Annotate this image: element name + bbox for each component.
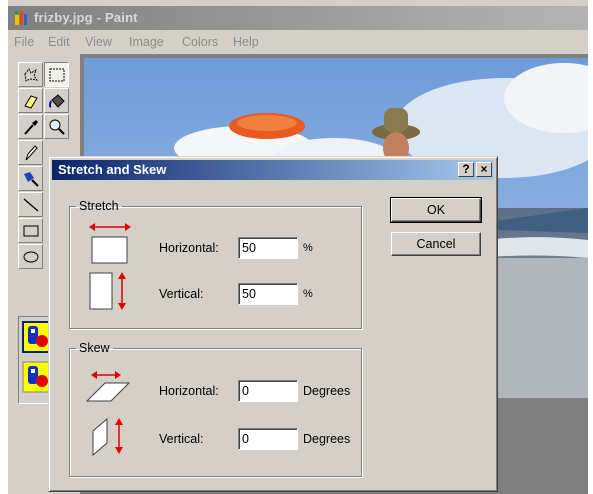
rectangle-icon xyxy=(23,225,39,237)
rect-select-icon xyxy=(49,68,65,82)
stretch-horizontal-label: Horizontal: xyxy=(159,241,219,255)
magnifier-icon xyxy=(49,119,65,135)
menu-bar: File Edit View Image Colors Help xyxy=(8,32,588,52)
stretch-skew-dialog: Stretch and Skew ? × Stretch Horizontal:… xyxy=(48,156,498,492)
stretch-legend: Stretch xyxy=(79,199,119,213)
stretch-vertical-label: Vertical: xyxy=(159,287,204,301)
magnifier-tool[interactable] xyxy=(44,114,69,139)
paint-app-icon xyxy=(15,11,27,25)
window-titlebar[interactable]: frizby.jpg - Paint xyxy=(8,6,588,30)
select-tool[interactable] xyxy=(44,62,69,87)
ellipse-icon xyxy=(23,251,39,263)
fill-tool[interactable] xyxy=(44,88,69,113)
pencil-icon xyxy=(25,145,38,161)
menu-file[interactable]: File xyxy=(14,35,34,49)
close-button[interactable]: × xyxy=(476,162,492,177)
menu-edit[interactable]: Edit xyxy=(48,35,70,49)
menu-image[interactable]: Image xyxy=(129,35,164,49)
line-tool[interactable] xyxy=(18,192,43,217)
stretch-vertical-unit: % xyxy=(303,288,313,300)
dialog-titlebar[interactable]: Stretch and Skew ? × xyxy=(52,160,494,180)
cancel-button[interactable]: Cancel xyxy=(391,232,481,256)
line-icon xyxy=(23,198,39,212)
menu-colors[interactable]: Colors xyxy=(182,35,218,49)
window-title: frizby.jpg - Paint xyxy=(34,10,138,25)
skew-horizontal-icon xyxy=(85,371,131,402)
free-form-select-tool[interactable] xyxy=(18,62,43,87)
dialog-title: Stretch and Skew xyxy=(58,162,167,177)
skew-vertical-icon xyxy=(92,417,123,457)
skew-horizontal-label: Horizontal: xyxy=(159,384,219,398)
rectangle-tool[interactable] xyxy=(18,218,43,243)
eraser-icon xyxy=(24,95,38,109)
skew-vertical-input[interactable] xyxy=(238,428,298,450)
paint-window: frizby.jpg - Paint File Edit View Image … xyxy=(8,0,588,494)
skew-vertical-unit: Degrees xyxy=(303,432,351,446)
brush-tool[interactable] xyxy=(18,166,43,191)
skew-horizontal-input[interactable] xyxy=(238,380,298,402)
stretch-horizontal-unit: % xyxy=(303,242,313,254)
skew-vertical-label: Vertical: xyxy=(159,432,204,446)
stretch-vertical-icon xyxy=(89,272,126,310)
skew-legend: Skew xyxy=(79,341,110,355)
brush-icon xyxy=(24,172,39,187)
eraser-tool[interactable] xyxy=(18,88,43,113)
pencil-tool[interactable] xyxy=(18,140,43,165)
menu-help[interactable]: Help xyxy=(233,35,259,49)
skew-horizontal-unit: Degrees xyxy=(303,384,351,398)
stretch-vertical-input[interactable] xyxy=(238,283,298,305)
pick-color-tool[interactable] xyxy=(18,114,43,139)
eyedropper-icon xyxy=(24,120,38,135)
paint-bucket-icon xyxy=(49,94,65,108)
stretch-horizontal-input[interactable] xyxy=(238,237,298,259)
menu-view[interactable]: View xyxy=(85,35,112,49)
stretch-horizontal-icon xyxy=(89,223,131,264)
free-form-select-icon xyxy=(24,68,39,82)
ellipse-tool[interactable] xyxy=(18,244,43,269)
help-button[interactable]: ? xyxy=(458,162,474,177)
ok-button[interactable]: OK xyxy=(390,197,482,223)
